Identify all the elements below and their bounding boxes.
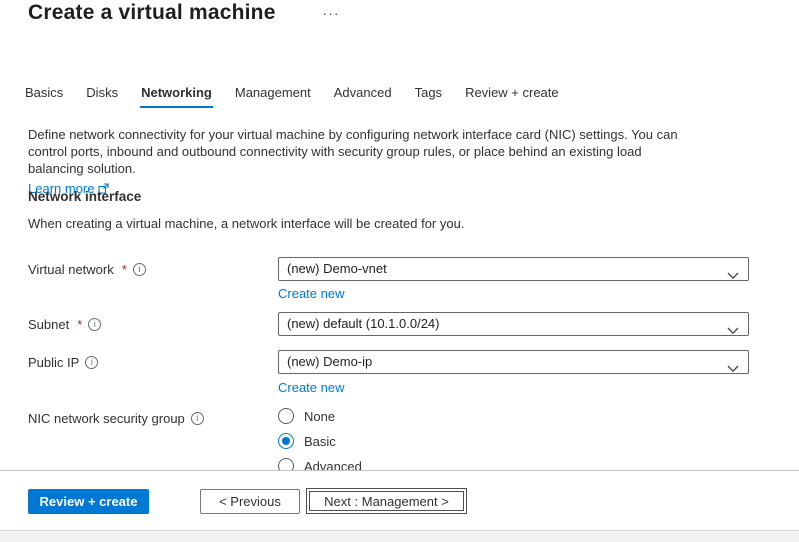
page-bottom-strip bbox=[0, 530, 799, 542]
page-title: Create a virtual machine bbox=[28, 1, 276, 25]
subnet-label-text: Subnet bbox=[28, 317, 69, 332]
chevron-down-icon bbox=[727, 358, 739, 374]
nsg-radio-advanced-label: Advanced bbox=[304, 459, 362, 471]
public-ip-label-text: Public IP bbox=[28, 355, 79, 370]
tab-basics[interactable]: Basics bbox=[24, 83, 64, 108]
tab-disks[interactable]: Disks bbox=[85, 83, 119, 108]
public-ip-dropdown[interactable]: (new) Demo-ip bbox=[278, 350, 749, 374]
tab-advanced[interactable]: Advanced bbox=[333, 83, 393, 108]
previous-button[interactable]: < Previous bbox=[200, 489, 300, 514]
nsg-radio-advanced[interactable]: Advanced bbox=[278, 458, 362, 470]
info-icon[interactable] bbox=[133, 263, 146, 276]
radio-selected-icon bbox=[278, 433, 294, 449]
description-text: Define network connectivity for your vir… bbox=[28, 127, 678, 176]
info-icon[interactable] bbox=[85, 356, 98, 369]
subnet-value: (new) default (10.1.0.0/24) bbox=[287, 316, 439, 331]
page-content: Create a virtual machine Basics Disks Ne… bbox=[0, 0, 799, 470]
nsg-radio-none-label: None bbox=[304, 409, 335, 424]
tab-review-create[interactable]: Review + create bbox=[464, 83, 560, 108]
tab-management[interactable]: Management bbox=[234, 83, 312, 108]
networking-description: Define network connectivity for your vir… bbox=[28, 126, 696, 197]
more-options-icon[interactable] bbox=[318, 2, 344, 24]
required-asterisk: * bbox=[77, 317, 82, 332]
public-ip-value: (new) Demo-ip bbox=[287, 354, 372, 369]
review-create-button[interactable]: Review + create bbox=[28, 489, 149, 514]
subnet-label: Subnet * bbox=[28, 317, 101, 332]
subnet-dropdown[interactable]: (new) default (10.1.0.0/24) bbox=[278, 312, 749, 336]
nsg-radio-basic[interactable]: Basic bbox=[278, 433, 336, 449]
tab-tags[interactable]: Tags bbox=[414, 83, 443, 108]
info-icon[interactable] bbox=[88, 318, 101, 331]
radio-icon bbox=[278, 408, 294, 424]
nic-nsg-label-text: NIC network security group bbox=[28, 411, 185, 426]
nsg-radio-basic-label: Basic bbox=[304, 434, 336, 449]
radio-icon bbox=[278, 458, 294, 470]
public-ip-label: Public IP bbox=[28, 355, 98, 370]
chevron-down-icon bbox=[727, 320, 739, 336]
section-heading-network-interface: Network interface bbox=[28, 189, 141, 204]
footer-divider bbox=[0, 470, 799, 471]
public-ip-create-new-link[interactable]: Create new bbox=[278, 380, 344, 395]
nsg-radio-none[interactable]: None bbox=[278, 408, 335, 424]
chevron-down-icon bbox=[727, 265, 739, 281]
section-subtext: When creating a virtual machine, a netwo… bbox=[28, 216, 464, 231]
virtual-network-dropdown[interactable]: (new) Demo-vnet bbox=[278, 257, 749, 281]
create-vm-page: Create a virtual machine Basics Disks Ne… bbox=[0, 0, 799, 542]
required-asterisk: * bbox=[122, 262, 127, 277]
next-management-button[interactable]: Next : Management > bbox=[306, 488, 467, 514]
nic-nsg-label: NIC network security group bbox=[28, 411, 204, 426]
virtual-network-value: (new) Demo-vnet bbox=[287, 261, 387, 276]
virtual-network-create-new-link[interactable]: Create new bbox=[278, 286, 344, 301]
info-icon[interactable] bbox=[191, 412, 204, 425]
virtual-network-label-text: Virtual network bbox=[28, 262, 114, 277]
tab-networking[interactable]: Networking bbox=[140, 83, 213, 108]
tab-bar: Basics Disks Networking Management Advan… bbox=[24, 83, 560, 108]
virtual-network-label: Virtual network * bbox=[28, 262, 146, 277]
